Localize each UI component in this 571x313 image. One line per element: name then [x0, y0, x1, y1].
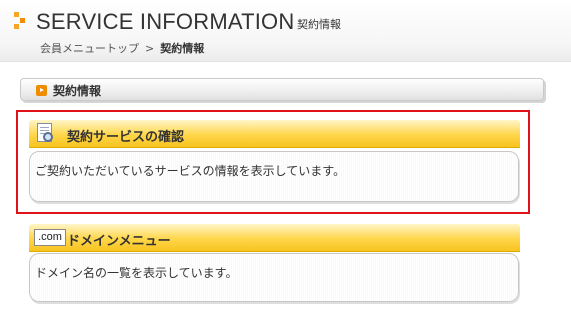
breadcrumb-link-member-top[interactable]: 会員メニュートップ: [40, 42, 139, 55]
menu-card-domain-menu[interactable]: .com ドメインメニュー ドメイン名の一覧を表示しています。: [29, 224, 520, 306]
brand-squares-icon: [14, 12, 30, 30]
breadcrumb-current: 契約情報: [160, 42, 205, 55]
com-domain-icon: .com: [34, 229, 66, 246]
page-header: SERVICE INFORMATION 契約情報 会員メニュートップ > 契約情報: [0, 0, 571, 62]
section-label: 契約情報: [53, 84, 102, 98]
card-body: ドメイン名の一覧を表示しています。: [29, 253, 519, 302]
breadcrumb: 会員メニュートップ > 契約情報: [40, 40, 204, 56]
page-subtitle: 契約情報: [297, 18, 341, 31]
section-header-contract-info: 契約情報: [20, 78, 544, 101]
page-title: SERVICE INFORMATION: [36, 9, 295, 34]
arrow-right-icon: [36, 85, 47, 96]
card-header[interactable]: .com ドメインメニュー: [29, 224, 520, 252]
highlight-frame: [16, 110, 530, 214]
card-title-link[interactable]: ドメインメニュー: [67, 230, 171, 249]
card-description: ドメイン名の一覧を表示しています。: [35, 266, 238, 280]
breadcrumb-separator: >: [145, 42, 155, 55]
